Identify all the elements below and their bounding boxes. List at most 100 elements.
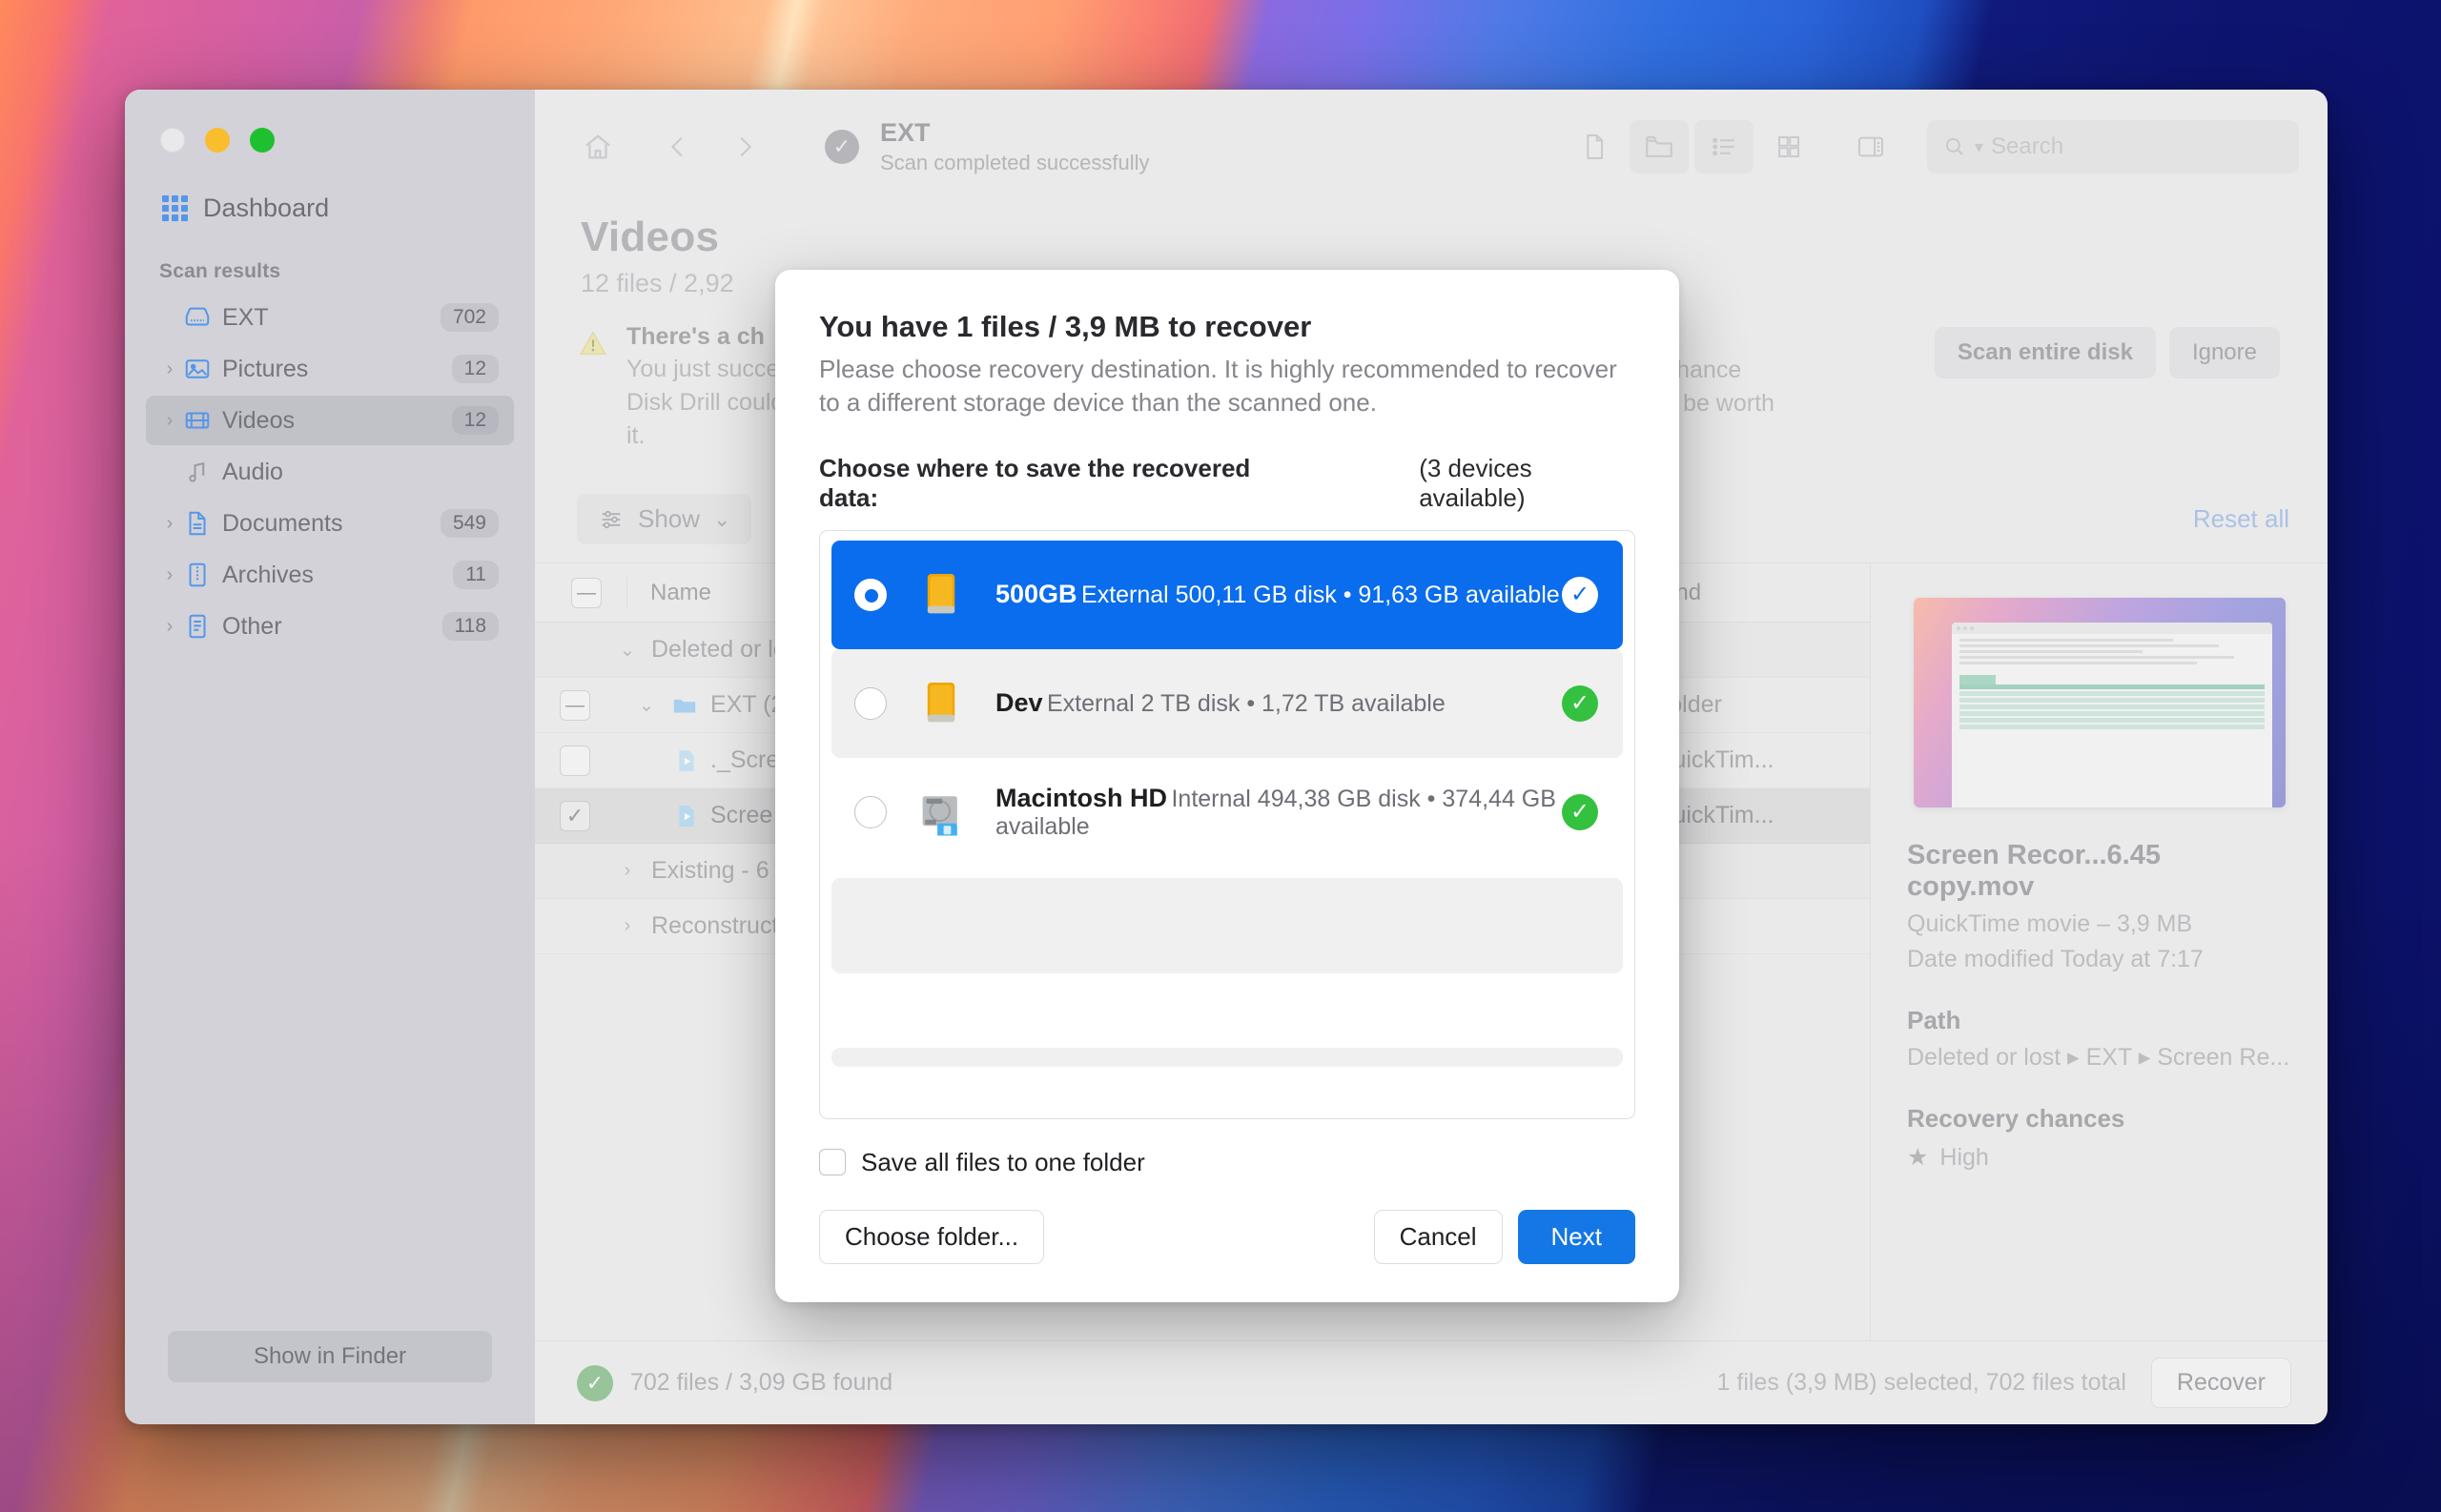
devices-available-count: (3 devices available)	[1419, 454, 1635, 513]
sidebar: Dashboard Scan results EXT 702 ›	[125, 90, 535, 1424]
sidebar-item-videos[interactable]: › Videos 12	[146, 396, 514, 445]
disclosure-open-icon[interactable]: ⌄	[615, 638, 640, 662]
sidebar-item-other[interactable]: › Other 118	[146, 602, 514, 651]
check-circle-icon: ✓	[1562, 794, 1598, 830]
row-checkbox[interactable]	[535, 746, 615, 776]
sidebar-item-dashboard[interactable]: Dashboard	[151, 185, 494, 232]
check-circle-icon: ✓	[825, 130, 859, 164]
file-icon[interactable]	[1565, 120, 1624, 174]
inspector-recovery-value: High	[1939, 1144, 1988, 1172]
sidebar-item-label: Archives	[222, 562, 453, 589]
external-drive-icon	[904, 674, 978, 733]
sidebar-item-label: Videos	[222, 407, 452, 435]
disclosure-open-icon[interactable]: ⌄	[634, 693, 659, 717]
sidebar-toggle-icon[interactable]	[1841, 120, 1900, 174]
sidebar-item-badge	[459, 469, 499, 475]
device-name: Dev	[995, 688, 1043, 717]
toolbar: ✓ EXT Scan completed successfully	[535, 90, 2328, 204]
sidebar-item-badge: 702	[441, 303, 499, 332]
chevron-right-icon[interactable]: ›	[159, 358, 180, 380]
minimize-window-button[interactable]	[205, 128, 230, 153]
chevron-right-icon[interactable]: ›	[159, 616, 180, 638]
internal-drive-icon	[904, 783, 978, 842]
scan-title: EXT	[880, 118, 1149, 148]
sidebar-footer: Show in Finder	[125, 1331, 535, 1424]
choose-destination-label: Choose where to save the recovered data:	[819, 454, 1295, 513]
chevron-down-icon[interactable]: ▾	[1975, 137, 1983, 157]
show-in-finder-button[interactable]: Show in Finder	[168, 1331, 492, 1382]
sidebar-item-label: Audio	[222, 459, 459, 486]
sidebar-item-badge: 11	[453, 561, 499, 589]
close-window-button[interactable]	[160, 128, 185, 153]
chevron-right-icon[interactable]	[720, 122, 769, 172]
list-doc-icon	[180, 612, 215, 641]
radio-button[interactable]	[854, 687, 887, 720]
chevron-right-icon[interactable]: ›	[159, 410, 180, 432]
sidebar-item-pictures[interactable]: › Pictures 12	[146, 344, 514, 394]
disclosure-closed-icon[interactable]: ›	[615, 915, 640, 937]
search-input[interactable]: ▾ Search	[1927, 120, 2299, 174]
device-option-dev[interactable]: Dev External 2 TB disk • 1,72 TB availab…	[831, 649, 1623, 758]
drive-icon	[180, 303, 215, 332]
dialog-actions: Choose folder... Cancel Next	[819, 1210, 1635, 1264]
show-filter-button[interactable]: Show ⌄	[577, 494, 751, 544]
row-label: ._Scre	[710, 746, 779, 774]
device-list[interactable]: 500GB External 500,11 GB disk • 91,63 GB…	[819, 530, 1635, 1119]
folder-icon	[670, 691, 699, 720]
ignore-button[interactable]: Ignore	[2169, 327, 2280, 378]
status-bar-right: 1 files (3,9 MB) selected, 702 files tot…	[1717, 1358, 2291, 1408]
next-button[interactable]: Next	[1518, 1210, 1635, 1264]
music-icon	[180, 458, 215, 486]
movie-file-icon	[674, 802, 699, 830]
device-description: External 2 TB disk • 1,72 TB available	[1047, 690, 1446, 717]
home-icon[interactable]	[573, 122, 623, 172]
chevron-left-icon[interactable]	[653, 122, 703, 172]
inspector-date-modified: Date modified Today at 7:17	[1907, 946, 2291, 973]
grid-view-icon[interactable]	[1759, 120, 1818, 174]
sidebar-section-title: Scan results	[159, 260, 535, 283]
select-all-checkbox[interactable]	[546, 578, 626, 608]
device-name: Macintosh HD	[995, 784, 1167, 812]
check-circle-icon: ✓	[1562, 577, 1598, 613]
sidebar-item-label: Other	[222, 613, 442, 641]
recover-button[interactable]: Recover	[2151, 1358, 2291, 1408]
film-icon	[180, 406, 215, 435]
dashboard-grid-icon	[162, 195, 188, 221]
radio-button[interactable]	[854, 579, 887, 611]
chevron-right-icon[interactable]: ›	[159, 513, 180, 535]
search-placeholder: Search	[1991, 133, 2063, 160]
check-circle-icon: ✓	[1562, 685, 1598, 722]
chevron-right-icon[interactable]: ›	[159, 564, 180, 586]
sidebar-item-audio[interactable]: Audio	[146, 447, 514, 497]
search-icon	[1942, 134, 1967, 159]
inspector-recovery-heading: Recovery chances	[1907, 1104, 2291, 1134]
save-all-to-one-folder-option[interactable]: Save all files to one folder	[819, 1148, 1635, 1177]
reset-all-link[interactable]: Reset all	[2193, 504, 2289, 534]
warning-triangle-icon	[577, 327, 609, 364]
dialog-subtitle: Please choose recovery destination. It i…	[819, 353, 1635, 419]
chevron-down-icon: ⌄	[713, 507, 730, 532]
movie-file-icon	[674, 746, 699, 775]
star-icon: ★	[1907, 1143, 1928, 1172]
sidebar-item-label: Pictures	[222, 356, 452, 383]
show-filter-label: Show	[638, 504, 700, 534]
device-option-macintosh-hd[interactable]: Macintosh HD Internal 494,38 GB disk • 3…	[831, 758, 1623, 867]
scan-entire-disk-button[interactable]: Scan entire disk	[1935, 327, 2156, 378]
row-checkbox[interactable]	[535, 801, 615, 831]
sidebar-item-ext[interactable]: EXT 702	[146, 293, 514, 342]
radio-button[interactable]	[854, 796, 887, 828]
scan-subtitle: Scan completed successfully	[880, 151, 1149, 175]
choose-folder-button[interactable]: Choose folder...	[819, 1210, 1044, 1264]
sidebar-item-documents[interactable]: › Documents 549	[146, 499, 514, 548]
maximize-window-button[interactable]	[250, 128, 275, 153]
sidebar-item-archives[interactable]: › Archives 11	[146, 550, 514, 600]
list-view-icon[interactable]	[1694, 120, 1754, 174]
device-option-500gb[interactable]: 500GB External 500,11 GB disk • 91,63 GB…	[831, 541, 1623, 649]
save-all-to-one-folder-label: Save all files to one folder	[861, 1148, 1145, 1177]
cancel-button[interactable]: Cancel	[1374, 1210, 1503, 1264]
row-checkbox[interactable]	[535, 690, 615, 721]
sidebar-item-label: Documents	[222, 510, 441, 538]
checkbox[interactable]	[819, 1149, 846, 1175]
folder-icon[interactable]	[1630, 120, 1689, 174]
disclosure-closed-icon[interactable]: ›	[615, 860, 640, 882]
